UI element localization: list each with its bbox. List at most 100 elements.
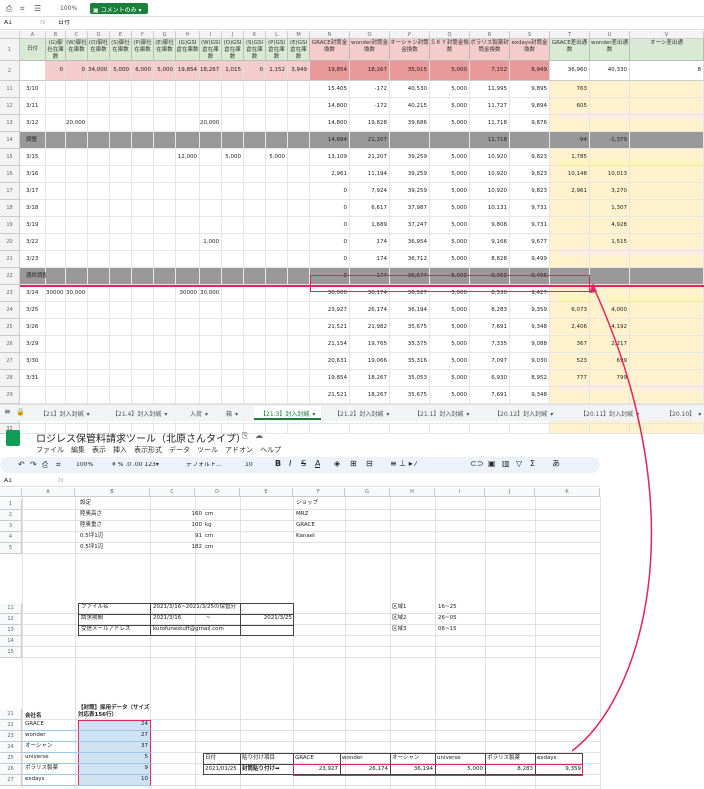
column-header[interactable]: I [200, 31, 222, 39]
value-cell[interactable] [132, 336, 154, 353]
paste-header[interactable]: wonder [342, 755, 363, 762]
value-cell[interactable]: 15,405 [310, 81, 350, 98]
column-header[interactable]: V [630, 31, 704, 39]
row-header[interactable]: 22 [0, 268, 20, 285]
row-header[interactable]: 18 [0, 200, 20, 217]
zone-value[interactable]: 06~15 [438, 626, 457, 633]
value-cell[interactable]: 36,954 [390, 234, 430, 251]
value-cell[interactable]: 21,207 [350, 149, 390, 166]
value-cell[interactable]: 799 [590, 370, 630, 387]
value-cell[interactable]: 367 [550, 336, 590, 353]
value-cell[interactable] [222, 336, 244, 353]
value-cell[interactable] [310, 424, 350, 434]
value-cell[interactable]: 11,718 [470, 132, 510, 149]
value-cell[interactable] [88, 336, 110, 353]
value-cell[interactable] [66, 183, 88, 200]
value-cell[interactable] [176, 336, 200, 353]
date-cell[interactable]: 3/11 [20, 98, 46, 115]
value-cell[interactable] [288, 183, 310, 200]
italic-icon[interactable]: I [289, 460, 291, 468]
value-cell[interactable] [244, 183, 266, 200]
setting-unit[interactable]: cm [205, 511, 213, 518]
header-cell[interactable]: ＳＫＹ封筒金換数 [430, 39, 470, 61]
value-cell[interactable]: 35,053 [390, 370, 430, 387]
value-cell[interactable] [154, 81, 176, 98]
value-cell[interactable] [590, 251, 630, 268]
summary-cell[interactable]: 8,949 [510, 61, 550, 81]
value-cell[interactable] [288, 98, 310, 115]
setting-value[interactable]: 100 [150, 522, 203, 529]
value-cell[interactable]: 10,131 [470, 200, 510, 217]
value-cell[interactable] [630, 200, 704, 217]
value-cell[interactable] [110, 353, 132, 370]
value-cell[interactable]: 21,154 [310, 336, 350, 353]
value-cell[interactable] [550, 200, 590, 217]
info-label[interactable]: ファイル名 [81, 604, 109, 611]
value-cell[interactable] [110, 183, 132, 200]
date-cell[interactable]: 3/23 [20, 251, 46, 268]
value-cell[interactable] [200, 217, 222, 234]
value-cell[interactable]: 39,259 [390, 166, 430, 183]
value-cell[interactable] [66, 302, 88, 319]
shop-name[interactable]: ショップ [296, 500, 318, 507]
summary-cell[interactable]: 5,000 [110, 61, 132, 81]
paint-format-icon[interactable]: ⌗ [20, 4, 25, 14]
value-cell[interactable] [590, 285, 630, 302]
value-cell[interactable]: 9,808 [470, 217, 510, 234]
value-cell[interactable]: 40,530 [390, 81, 430, 98]
zone-value[interactable]: 16~25 [438, 604, 457, 611]
value-cell[interactable] [66, 251, 88, 268]
header-cell[interactable]: (S)御社在庫数 [110, 39, 132, 61]
merge-icon[interactable]: ⊟ [366, 460, 373, 468]
value-cell[interactable]: 0 [310, 200, 350, 217]
column-header[interactable]: C [150, 488, 195, 497]
value-cell[interactable]: 5,000 [430, 387, 470, 404]
value-cell[interactable] [132, 81, 154, 98]
value-cell[interactable] [510, 424, 550, 434]
value-cell[interactable] [176, 319, 200, 336]
value-cell[interactable] [176, 183, 200, 200]
column-header[interactable]: F [293, 488, 345, 497]
value-cell[interactable] [244, 251, 266, 268]
sheet-tab[interactable]: 【21.1】封入封緘 ▾ [414, 409, 469, 418]
menu-item[interactable]: アドオン [225, 446, 253, 454]
value-cell[interactable] [630, 353, 704, 370]
value-cell[interactable] [66, 166, 88, 183]
value-cell[interactable] [590, 268, 630, 285]
column-header[interactable]: D [195, 488, 240, 497]
value-cell[interactable] [88, 217, 110, 234]
value-cell[interactable]: 14,800 [310, 115, 350, 132]
redo-icon[interactable]: ↷ [30, 461, 37, 469]
value-cell[interactable] [630, 370, 704, 387]
paste-header[interactable]: 貼り付け項目 [242, 755, 275, 762]
chevron-down-icon[interactable]: ▾ [636, 411, 639, 418]
column-header[interactable]: R [470, 31, 510, 39]
row-header[interactable]: 24 [0, 302, 20, 319]
company-value[interactable]: 24 [78, 721, 148, 728]
menu-item[interactable]: 編集 [71, 446, 85, 454]
value-cell[interactable]: 763 [550, 81, 590, 98]
value-cell[interactable]: 10,920 [470, 149, 510, 166]
column-header[interactable]: F [132, 31, 154, 39]
column-header[interactable]: C [66, 31, 88, 39]
header-cell[interactable]: 日付 [20, 39, 46, 61]
value-cell[interactable] [154, 251, 176, 268]
value-cell[interactable] [110, 217, 132, 234]
value-cell[interactable] [176, 268, 200, 285]
value-cell[interactable] [630, 285, 704, 302]
chevron-down-icon[interactable]: ▾ [235, 411, 238, 418]
header-cell[interactable]: (E)GSI倉在庫数 [288, 39, 310, 61]
shop-name[interactable]: Kanael [296, 533, 315, 540]
value-cell[interactable] [66, 319, 88, 336]
value-cell[interactable]: 5,000 [430, 183, 470, 200]
column-header[interactable]: P [390, 31, 430, 39]
value-cell[interactable] [200, 251, 222, 268]
summary-cell[interactable]: 3,949 [288, 61, 310, 81]
paste-header[interactable]: オーシャン [392, 755, 419, 762]
chevron-down-icon[interactable]: ▾ [164, 411, 167, 418]
value-cell[interactable] [266, 302, 288, 319]
value-cell[interactable]: 9,348 [510, 319, 550, 336]
value-cell[interactable]: -1,379 [590, 132, 630, 149]
value-cell[interactable] [266, 424, 288, 434]
value-cell[interactable] [266, 353, 288, 370]
